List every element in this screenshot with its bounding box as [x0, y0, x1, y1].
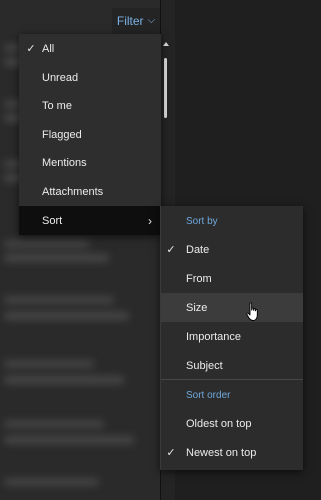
menu-item-label: Sort	[42, 214, 63, 227]
check-icon: ✓	[166, 447, 176, 459]
scrollbar-thumb[interactable]	[164, 58, 167, 118]
sort-order-label: Oldest on top	[186, 417, 252, 430]
sort-option-label: From	[186, 272, 212, 285]
menu-item-label: Attachments	[42, 185, 104, 198]
sort-option-label: Size	[186, 301, 208, 314]
sort-option-label: Subject	[186, 359, 223, 372]
sort-option-date[interactable]: ✓ Date	[161, 235, 303, 264]
chevron-down-icon: ⌵	[147, 14, 156, 26]
menu-item-unread[interactable]: Unread	[19, 63, 161, 92]
sort-submenu: Sort by ✓ Date From Size Importance Subj…	[160, 206, 303, 470]
submenu-divider	[161, 379, 303, 380]
menu-item-label: To me	[42, 99, 72, 112]
menu-item-label: Mentions	[42, 156, 87, 169]
menu-item-label: Flagged	[42, 128, 82, 141]
filter-menu: ✓ All Unread To me Flagged Mentions Atta…	[19, 34, 161, 235]
sort-by-header: Sort by	[186, 216, 218, 227]
sort-option-subject[interactable]: Subject	[161, 351, 303, 380]
check-icon: ✓	[26, 43, 36, 55]
sort-order-newest[interactable]: ✓ Newest on top	[161, 438, 303, 467]
scroll-up-arrow-icon[interactable]	[163, 42, 169, 46]
menu-item-all[interactable]: ✓ All	[19, 34, 161, 63]
sort-option-label: Importance	[186, 330, 242, 343]
check-icon: ✓	[166, 244, 176, 256]
menu-item-to-me[interactable]: To me	[19, 91, 161, 120]
sort-option-from[interactable]: From	[161, 264, 303, 293]
menu-item-mentions[interactable]: Mentions	[19, 148, 161, 177]
chevron-right-icon: ›	[148, 213, 152, 228]
hand-pointer-cursor-icon	[246, 302, 258, 321]
menu-item-label: All	[42, 42, 55, 55]
filter-button[interactable]: Filter ⌵	[112, 8, 160, 34]
sort-option-importance[interactable]: Importance	[161, 322, 303, 351]
sort-order-label: Newest on top	[186, 446, 257, 459]
menu-item-sort[interactable]: Sort ›	[19, 206, 161, 235]
menu-item-label: Unread	[42, 71, 79, 84]
sort-order-header: Sort order	[186, 390, 231, 401]
filter-label: Filter	[116, 14, 144, 28]
menu-item-flagged[interactable]: Flagged	[19, 120, 161, 149]
sort-option-label: Date	[186, 243, 210, 256]
sort-option-size[interactable]: Size	[161, 293, 303, 322]
sort-order-oldest[interactable]: Oldest on top	[161, 409, 303, 438]
menu-item-attachments[interactable]: Attachments	[19, 177, 161, 206]
